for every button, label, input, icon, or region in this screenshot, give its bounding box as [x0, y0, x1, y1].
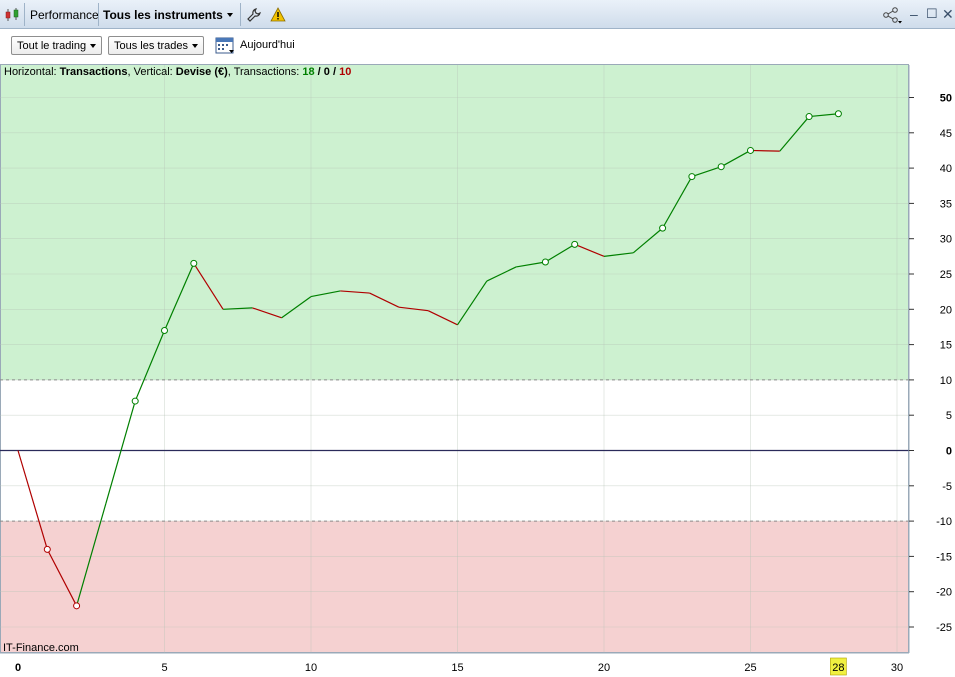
y-tick-label: 5: [946, 410, 952, 422]
y-tick-label: -25: [936, 622, 952, 634]
wins-count: 18: [302, 66, 315, 78]
y-tick-label: -15: [936, 551, 952, 563]
instrument-label: Tous les instruments: [103, 7, 223, 22]
date-label[interactable]: Aujourd'hui: [240, 39, 295, 51]
credit-label: IT-Finance.com: [3, 642, 79, 654]
chevron-down-icon: [226, 12, 233, 17]
y-tick-label: -10: [936, 516, 952, 528]
y-tick-label: 10: [940, 375, 952, 387]
y-tick-label: 25: [940, 269, 952, 281]
maximize-icon[interactable]: ☐: [926, 6, 938, 22]
performance-chart: 50454035302520151050-5-10-15-20-25 0 5 10 1…: [0, 64, 952, 676]
instrument-dropdown[interactable]: Tous les instruments: [103, 0, 233, 29]
calendar-icon[interactable]: [215, 36, 235, 58]
y-tick-label: 35: [940, 198, 952, 210]
chart-info: Horizontal: Transactions, Vertical: Devi…: [4, 66, 351, 78]
data-point: [73, 602, 81, 610]
candlestick-icon: [4, 0, 22, 29]
y-tick-label: 0: [946, 446, 952, 458]
vertical-value: Devise (€): [175, 66, 228, 78]
data-point: [717, 163, 725, 171]
y-tick-label: -5: [942, 481, 952, 493]
trading-filter-label: Tout le trading: [17, 39, 87, 52]
data-point: [688, 173, 696, 181]
y-tick-label: -20: [936, 587, 952, 599]
chevron-down-icon: [90, 43, 97, 48]
minimize-icon[interactable]: –: [910, 6, 918, 22]
x-tick-label: 0: [15, 662, 21, 674]
current-trade-label: 28: [832, 662, 844, 674]
data-point: [571, 240, 579, 248]
close-icon[interactable]: ✕: [942, 6, 954, 23]
toolbar: Tout le trading Tous les trades Aujourd'…: [0, 29, 955, 64]
y-tick-label: 15: [940, 340, 952, 352]
data-point: [43, 545, 51, 553]
data-point: [747, 146, 754, 154]
x-tick-label: 10: [305, 662, 317, 674]
y-tick-label: 20: [940, 304, 952, 316]
wrench-icon[interactable]: [246, 0, 262, 29]
x-tick-label: 5: [161, 662, 167, 674]
y-tick-label: 30: [940, 234, 952, 246]
horizontal-value: Transactions: [59, 66, 128, 78]
data-point: [541, 258, 549, 266]
data-point: [834, 110, 842, 118]
data-point: [190, 259, 198, 267]
chevron-down-icon: [191, 43, 198, 48]
data-point: [805, 113, 813, 121]
trading-filter-dropdown[interactable]: Tout le trading: [11, 36, 103, 55]
x-tick-label: 20: [598, 662, 610, 674]
profit-zone: [0, 65, 909, 380]
title-bar: Performance Tous les instruments – ☐ ✕: [0, 0, 955, 29]
x-tick-label: 25: [744, 662, 756, 674]
y-tick-label: 45: [940, 128, 952, 140]
x-tick-label: 15: [451, 662, 463, 674]
warning-icon[interactable]: [270, 0, 286, 29]
transactions-prefix: , Transactions:: [227, 66, 303, 78]
x-tick-label: 30: [891, 662, 903, 674]
loss-zone: [0, 521, 909, 653]
y-tick-label: 40: [940, 163, 952, 175]
share-icon[interactable]: [882, 0, 902, 29]
data-point: [131, 397, 139, 405]
losses-count: 10: [339, 66, 352, 78]
vertical-prefix: , Vertical:: [127, 66, 176, 78]
slash-2: /: [329, 66, 340, 78]
series-segment: [105, 400, 136, 504]
window-title[interactable]: Performance: [30, 0, 99, 29]
slash-1: /: [314, 66, 324, 78]
horizontal-prefix: Horizontal:: [4, 66, 60, 78]
y-tick-label: 50: [940, 93, 952, 105]
trades-filter-dropdown[interactable]: Tous les trades: [108, 36, 204, 55]
data-point: [659, 224, 667, 232]
trades-filter-label: Tous les trades: [114, 39, 188, 52]
data-point: [161, 326, 168, 334]
series-segment: [750, 149, 780, 152]
